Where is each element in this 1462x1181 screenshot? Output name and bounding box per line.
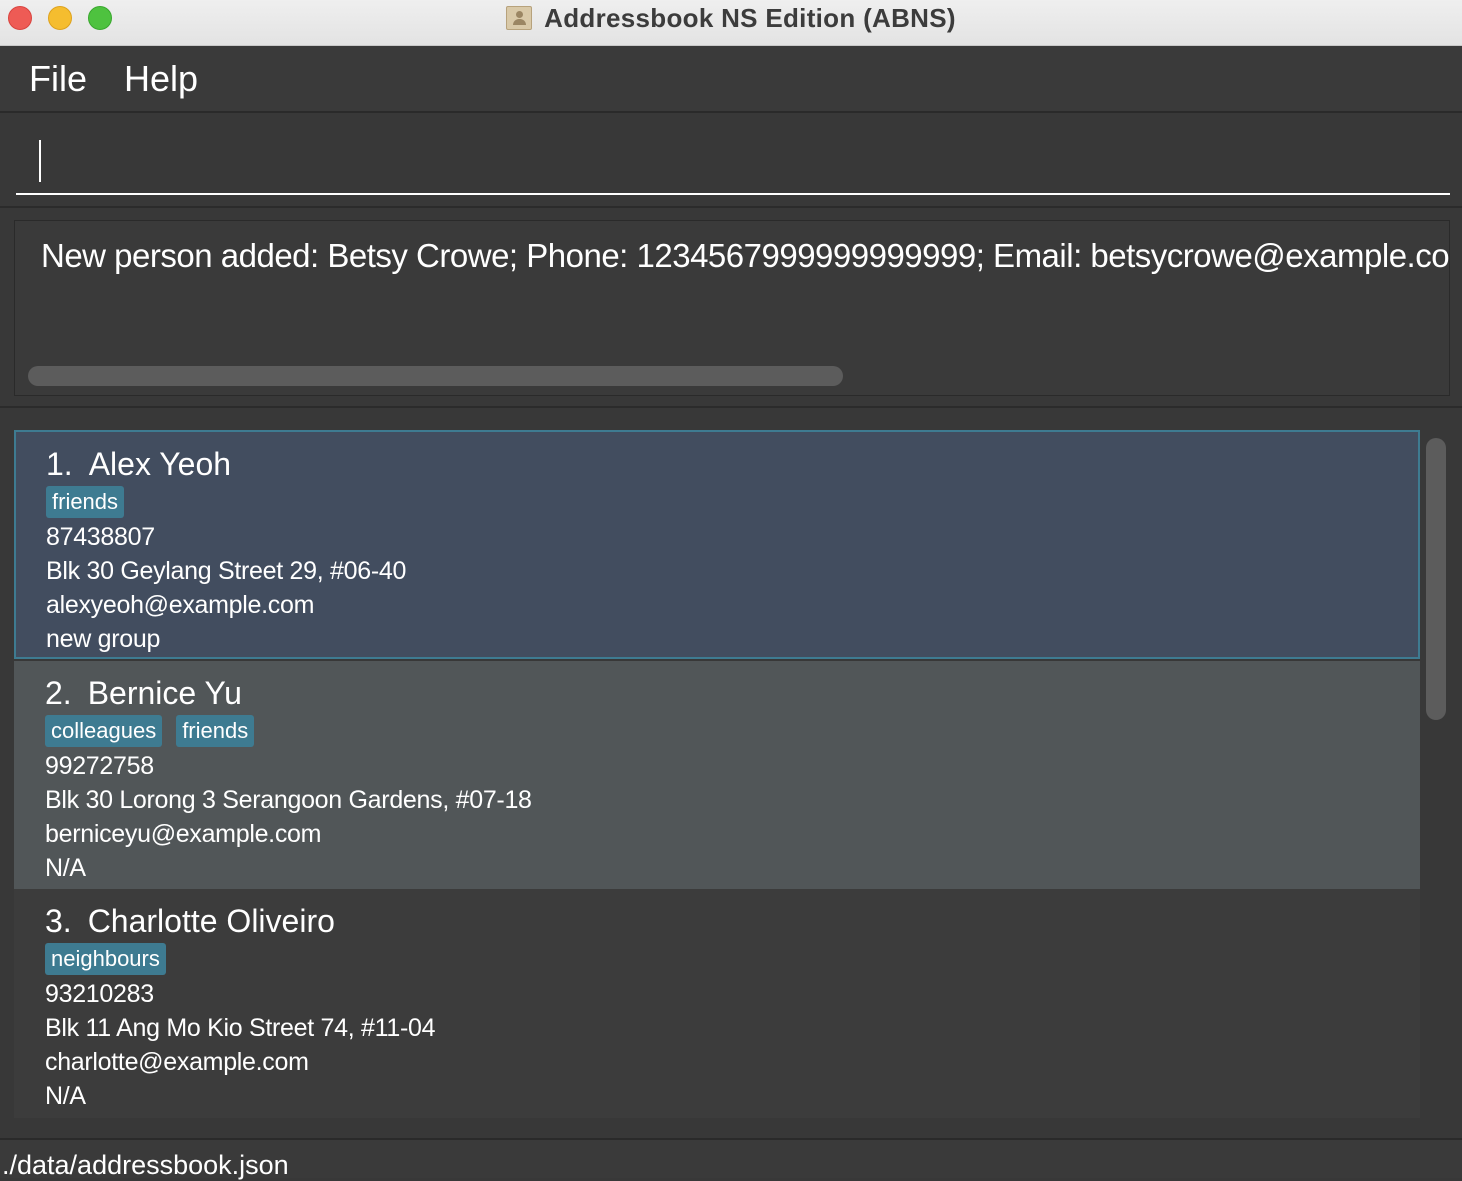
person-email: alexyeoh@example.com xyxy=(46,591,315,619)
person-address: Blk 30 Lorong 3 Serangoon Gardens, #07-1… xyxy=(45,786,532,814)
person-name-row: 1. Alex Yeoh xyxy=(46,444,406,484)
tag-label: colleagues xyxy=(45,715,163,747)
command-input[interactable] xyxy=(16,113,1450,195)
person-email: charlotte@example.com xyxy=(45,1048,309,1076)
person-list: 1. Alex Yeoh friends 87438807 Blk 30 Geyl… xyxy=(0,408,1462,1138)
person-email: berniceyu@example.com xyxy=(45,820,322,848)
person-index: 1. xyxy=(46,446,73,482)
save-file-path: ./data/addressbook.json xyxy=(2,1150,289,1180)
text-caret xyxy=(39,140,41,182)
person-tags: neighbours xyxy=(45,943,435,977)
tag-label: friends xyxy=(176,715,255,747)
person-tags: friends xyxy=(46,486,406,520)
menu-bar: File Help xyxy=(0,46,1462,113)
person-group: N/A xyxy=(45,1082,86,1110)
person-group: N/A xyxy=(45,854,86,882)
title-bar: Addressbook NS Edition (ABNS) xyxy=(0,0,1462,46)
result-display[interactable]: New person added: Betsy Crowe; Phone: 12… xyxy=(14,220,1450,396)
menu-help[interactable]: Help xyxy=(124,58,198,100)
result-message: New person added: Betsy Crowe; Phone: 12… xyxy=(41,237,1450,274)
person-address: Blk 11 Ang Mo Kio Street 74, #11-04 xyxy=(45,1014,436,1042)
person-phone: 93210283 xyxy=(45,980,154,1008)
person-card[interactable]: 2. Bernice Yu colleagues friends 99272758… xyxy=(14,661,1420,890)
window-title: Addressbook NS Edition (ABNS) xyxy=(544,2,956,33)
person-name: Alex Yeoh xyxy=(88,446,232,482)
tag-label: neighbours xyxy=(45,943,166,975)
person-phone: 87438807 xyxy=(46,523,155,551)
person-card-content: 3. Charlotte Oliveiro neighbours 93210283… xyxy=(45,901,436,1113)
person-address: Blk 30 Geylang Street 29, #06-40 xyxy=(46,557,407,585)
person-name: Bernice Yu xyxy=(87,675,242,711)
person-card[interactable]: 1. Alex Yeoh friends 87438807 Blk 30 Geyl… xyxy=(14,430,1420,659)
person-name-row: 3. Charlotte Oliveiro xyxy=(45,901,435,941)
person-index: 2. xyxy=(45,675,72,711)
result-horizontal-scrollbar[interactable] xyxy=(28,366,843,386)
result-display-panel: New person added: Betsy Crowe; Phone: 12… xyxy=(0,208,1462,408)
person-name-row: 2. Bernice Yu xyxy=(45,673,532,713)
tag-label: friends xyxy=(46,486,125,518)
person-name: Charlotte Oliveiro xyxy=(87,903,335,939)
person-group: new group xyxy=(46,625,161,653)
command-box xyxy=(0,113,1462,208)
window-title-group: Addressbook NS Edition (ABNS) xyxy=(0,0,1462,36)
person-card-content: 1. Alex Yeoh friends 87438807 Blk 30 Geyl… xyxy=(46,444,406,656)
addressbook-app-icon xyxy=(506,6,533,30)
person-index: 3. xyxy=(45,903,72,939)
person-tags: colleagues friends xyxy=(45,715,532,749)
person-card-content: 2. Bernice Yu colleagues friends 99272758… xyxy=(45,673,532,885)
person-card[interactable]: 3. Charlotte Oliveiro neighbours 93210283… xyxy=(14,889,1420,1118)
status-bar: ./data/addressbook.json xyxy=(0,1138,1462,1180)
person-phone: 99272758 xyxy=(45,752,154,780)
menu-file[interactable]: File xyxy=(29,58,87,100)
person-list-vertical-scrollbar[interactable] xyxy=(1426,438,1446,720)
